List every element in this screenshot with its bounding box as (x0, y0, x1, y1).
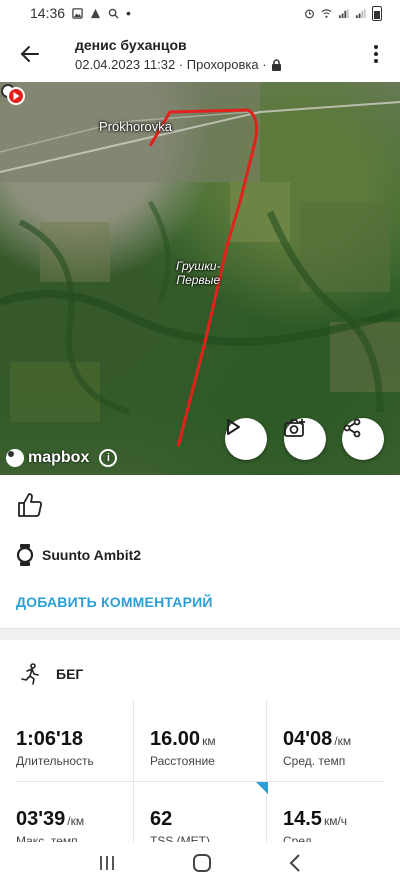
play-icon (227, 419, 240, 435)
device-name: Suunto Ambit2 (42, 547, 142, 563)
image-notification-icon (72, 7, 83, 19)
share-icon (343, 418, 361, 438)
mapbox-logo-icon (6, 449, 24, 467)
section-divider (0, 628, 400, 640)
stat-value: 16.00 (150, 728, 201, 750)
village-label-line2: Первые (176, 273, 221, 287)
play-route-button[interactable] (225, 418, 267, 460)
battery-icon (372, 5, 382, 21)
lock-icon (271, 58, 281, 71)
add-comment-button[interactable]: ДОБАВИТЬ КОММЕНТАРИЙ (16, 594, 213, 610)
village-label-line1: Грушки- (176, 259, 221, 273)
info-icon[interactable]: i (99, 449, 118, 467)
more-vertical-icon (374, 45, 378, 63)
recent-apps-button[interactable] (98, 854, 116, 877)
status-bar: 14:36 • (0, 0, 400, 26)
recent-apps-icon (100, 856, 114, 870)
system-nav-bar (0, 842, 400, 889)
alarm-icon (305, 9, 314, 18)
status-dot: • (126, 5, 131, 21)
grid-divider (16, 781, 384, 782)
thumbs-up-icon (18, 493, 42, 517)
date-location: 02.04.2023 11:32 · Прохоровка · (75, 57, 267, 72)
back-button[interactable] (14, 38, 46, 70)
home-icon (193, 854, 211, 872)
wifi-icon (321, 8, 332, 18)
running-icon (21, 663, 39, 685)
stat-avg-pace[interactable]: 04'08/км Сред. темп (283, 728, 400, 768)
stats-grid: 1:06'18 Длительность 16.00 км Расстояние … (0, 700, 400, 848)
arrow-left-icon (20, 46, 39, 62)
stat-value: 1:06'18 (16, 728, 84, 750)
system-back-button[interactable] (288, 853, 302, 878)
stat-value: 03'39 (16, 808, 66, 830)
stat-label: Расстояние (150, 754, 215, 768)
activity-type: БЕГ (56, 666, 84, 682)
mapbox-attribution[interactable]: mapbox i (6, 449, 118, 467)
camera-add-icon (284, 419, 305, 437)
stat-label: Сред. темп (283, 754, 346, 768)
activity-header: денис буханцов 02.04.2023 11:32 · Прохор… (0, 26, 400, 82)
share-button[interactable] (342, 418, 384, 460)
mapbox-text: mapbox (28, 449, 90, 466)
stat-label: Длительность (16, 754, 94, 768)
watch-icon (16, 544, 34, 566)
signal-icon-1 (338, 8, 349, 18)
map-village-label: Грушки- Первые (176, 259, 221, 287)
stat-unit: км (202, 734, 216, 748)
search-notification-icon (108, 8, 119, 19)
device-info: Suunto Ambit2 (16, 544, 141, 566)
status-time: 14:36 (30, 5, 66, 21)
more-options-button[interactable] (364, 38, 388, 70)
athlete-name[interactable]: денис буханцов (75, 37, 187, 53)
activity-subtitle: 02.04.2023 11:32 · Прохоровка · (75, 57, 282, 72)
stat-value: 04'08 (283, 728, 333, 750)
activity-type-row: БЕГ (20, 663, 83, 685)
signal-icon-2 (355, 8, 366, 18)
add-photo-button[interactable] (284, 418, 326, 460)
stat-corner-indicator (256, 782, 268, 794)
stat-value: 62 (150, 808, 173, 830)
stat-value: 14.5 (283, 808, 322, 830)
like-button[interactable] (16, 491, 44, 519)
stat-unit: /км (67, 814, 85, 828)
alert-notification-icon (90, 8, 101, 18)
map-town-label: Prokhorovka (99, 119, 172, 134)
home-button[interactable] (192, 853, 212, 878)
start-marker-icon (1, 84, 25, 105)
chevron-left-icon (289, 854, 300, 872)
stat-unit: /км (334, 734, 352, 748)
stat-duration[interactable]: 1:06'18 Длительность (16, 728, 136, 768)
route-map[interactable]: Prokhorovka Грушки- Первые mapbox i (0, 82, 400, 475)
stat-unit: км/ч (323, 814, 348, 828)
stat-distance[interactable]: 16.00 км Расстояние (150, 728, 270, 768)
